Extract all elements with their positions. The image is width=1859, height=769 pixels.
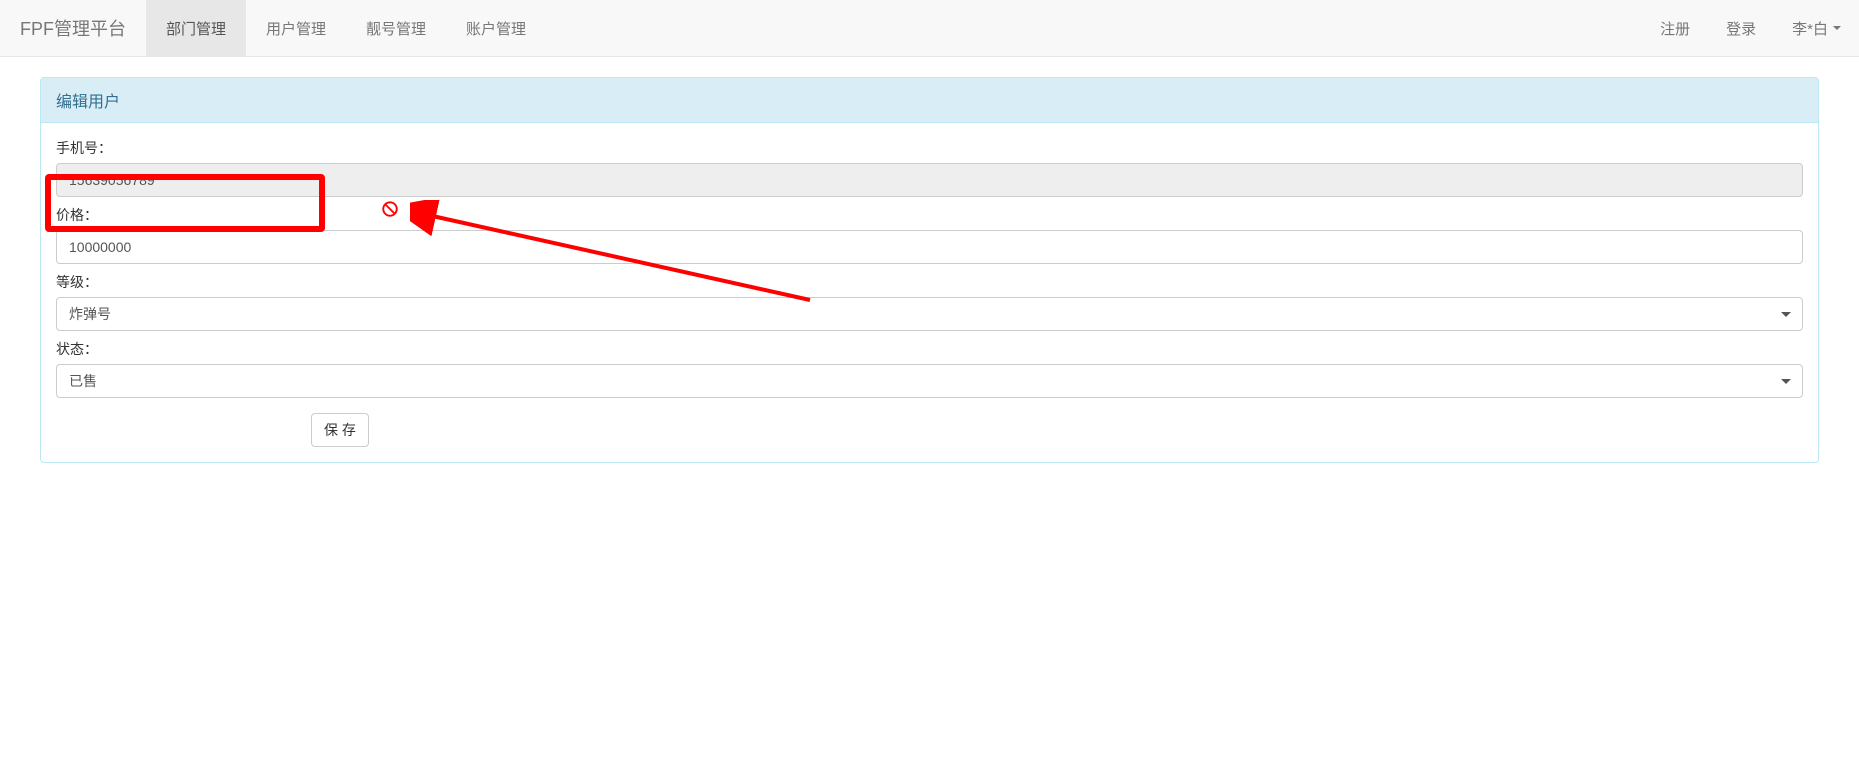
button-row: 保 存 xyxy=(56,413,1803,447)
brand-link[interactable]: FPF管理平台 xyxy=(0,0,146,56)
panel-body: 手机号： 价格： 等级： 炸弹号 状态： 已售 保 存 xyxy=(41,123,1818,462)
nav-link-register[interactable]: 注册 xyxy=(1642,0,1708,56)
form-group-level: 等级： 炸弹号 xyxy=(56,272,1803,331)
nav-left: FPF管理平台 部门管理 用户管理 靓号管理 账户管理 xyxy=(0,0,546,56)
edit-user-panel: 编辑用户 手机号： 价格： 等级： 炸弹号 状态： 已售 xyxy=(40,77,1819,463)
main-container: 编辑用户 手机号： 价格： 等级： 炸弹号 状态： 已售 xyxy=(0,57,1859,483)
nav-link-account[interactable]: 账户管理 xyxy=(446,0,546,56)
level-select[interactable]: 炸弹号 xyxy=(56,297,1803,331)
nav-link-dept[interactable]: 部门管理 xyxy=(146,0,246,56)
panel-title: 编辑用户 xyxy=(41,78,1818,123)
form-group-status: 状态： 已售 xyxy=(56,339,1803,398)
save-button[interactable]: 保 存 xyxy=(311,413,369,447)
caret-down-icon xyxy=(1833,26,1841,30)
nav-tabs: 部门管理 用户管理 靓号管理 账户管理 xyxy=(146,0,546,56)
price-input[interactable] xyxy=(56,230,1803,264)
form-group-phone: 手机号： xyxy=(56,138,1803,197)
status-select[interactable]: 已售 xyxy=(56,364,1803,398)
user-name-label: 李*白 xyxy=(1792,18,1828,39)
phone-input xyxy=(56,163,1803,197)
nav-link-user[interactable]: 用户管理 xyxy=(246,0,346,56)
price-label: 价格： xyxy=(56,205,1803,225)
nav-link-number[interactable]: 靓号管理 xyxy=(346,0,446,56)
level-label: 等级： xyxy=(56,272,1803,292)
nav-item-dept[interactable]: 部门管理 xyxy=(146,0,246,56)
nav-link-login[interactable]: 登录 xyxy=(1708,0,1774,56)
nav-item-number[interactable]: 靓号管理 xyxy=(346,0,446,56)
nav-item-account[interactable]: 账户管理 xyxy=(446,0,546,56)
nav-item-user-dropdown[interactable]: 李*白 xyxy=(1774,0,1859,56)
nav-item-user[interactable]: 用户管理 xyxy=(246,0,346,56)
nav-item-register[interactable]: 注册 xyxy=(1642,0,1708,56)
phone-label: 手机号： xyxy=(56,138,1803,158)
form-group-price: 价格： xyxy=(56,205,1803,264)
nav-right: 注册 登录 李*白 xyxy=(1642,0,1859,56)
status-label: 状态： xyxy=(56,339,1803,359)
navbar: FPF管理平台 部门管理 用户管理 靓号管理 账户管理 注册 登录 李*白 xyxy=(0,0,1859,57)
nav-link-user-dropdown[interactable]: 李*白 xyxy=(1774,0,1859,56)
nav-item-login[interactable]: 登录 xyxy=(1708,0,1774,56)
